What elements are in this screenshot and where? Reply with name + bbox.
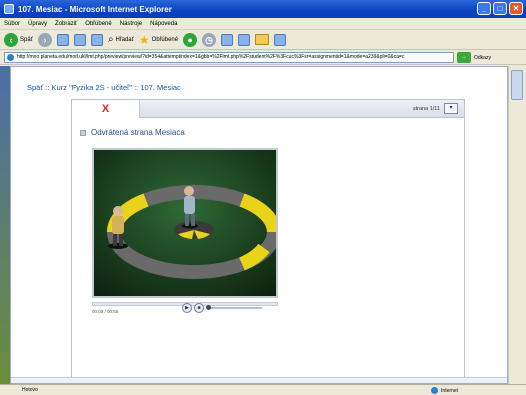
minimize-button[interactable]: _ — [477, 2, 491, 15]
security-zone: Internet — [431, 387, 458, 394]
breadcrumb: Späť :: Kurz "Fyzika 2S - učiteľ" :: 107… — [27, 83, 181, 92]
menu-file[interactable]: Súbor — [4, 21, 20, 27]
address-bar: http://moo.planeta.edu/mod.ukl/lmt.php/p… — [0, 51, 526, 65]
menu-edit[interactable]: Úpravy — [28, 21, 47, 27]
stop-playback-button[interactable]: ■ — [194, 303, 204, 313]
volume-knob[interactable] — [206, 305, 211, 310]
back-button[interactable]: ‹ Späť — [4, 32, 33, 47]
moon-animation-scene — [94, 150, 276, 296]
page-content: Späť :: Kurz "Fyzika 2S - učiteľ" :: 107… — [10, 66, 508, 384]
refresh-button[interactable] — [73, 33, 86, 47]
page-info-text: strana 1/11 — [412, 105, 440, 112]
home-button[interactable] — [90, 33, 103, 47]
menu-view[interactable]: Zobraziť — [55, 21, 77, 27]
section-title-text: Odvrátená strana Mesiaca — [91, 128, 185, 137]
go-button[interactable]: → — [457, 52, 471, 63]
folder-icon — [255, 34, 270, 45]
section-heading: Odvrátená strana Mesiaca — [80, 128, 185, 137]
close-window-button[interactable]: ✕ — [509, 2, 523, 15]
page-icon — [7, 54, 14, 61]
tools-button[interactable] — [274, 33, 287, 47]
back-label: Späť — [20, 36, 33, 43]
status-bar: Hotovo Internet — [0, 384, 526, 395]
back-arrow-icon: ‹ — [4, 32, 18, 47]
links-label[interactable]: Odkazy — [474, 55, 491, 61]
title-bar: 107. Mesiac - Microsoft Internet Explore… — [0, 0, 526, 18]
star-icon: ★ — [138, 32, 150, 47]
favorites-button[interactable]: ★ Obľúbené — [139, 33, 178, 47]
search-label: Hľadať — [115, 36, 134, 43]
print-icon — [238, 33, 251, 46]
maximize-button[interactable]: □ — [493, 2, 507, 15]
refresh-icon — [73, 33, 86, 46]
stop-icon — [56, 33, 69, 46]
ie-icon — [4, 4, 14, 14]
history-icon: ◷ — [202, 32, 217, 47]
favorites-label: Obľúbené — [151, 36, 179, 43]
volume-slider[interactable] — [206, 305, 262, 310]
breadcrumb-back[interactable]: Späť — [27, 83, 43, 92]
module-bottom-nav — [11, 377, 507, 383]
media-button[interactable]: ● — [183, 32, 198, 47]
mail-icon — [221, 33, 234, 46]
forward-button[interactable]: › — [37, 32, 52, 47]
tools-icon — [274, 33, 287, 46]
media-icon: ● — [183, 32, 198, 47]
menu-help[interactable]: Nápoveda — [150, 21, 177, 27]
home-icon — [90, 33, 103, 46]
browser-window: 107. Mesiac - Microsoft Internet Explore… — [0, 0, 526, 395]
play-button[interactable]: ▶ — [182, 303, 192, 313]
bullet-icon — [80, 129, 86, 136]
desktop-edge — [0, 66, 10, 384]
search-icon: ⌕ — [107, 34, 114, 45]
breadcrumb-course[interactable]: Kurz "Fyzika 2S - učiteľ" — [52, 83, 132, 92]
folder-button[interactable] — [255, 33, 270, 47]
menu-favorites[interactable]: Obľúbené — [85, 21, 111, 27]
page-dropdown[interactable]: ▾ — [444, 103, 458, 114]
globe-icon — [431, 387, 439, 394]
stop-button[interactable] — [56, 33, 69, 47]
address-input[interactable]: http://moo.planeta.edu/mod.ukl/lmt.php/p… — [4, 52, 454, 63]
zone-label: Internet — [441, 387, 458, 394]
browser-toolbar: ‹ Späť › ⌕ Hľadať ★ Obľúbené ● ◷ — [0, 30, 526, 50]
window-title: 107. Mesiac - Microsoft Internet Explore… — [18, 4, 172, 14]
history-button[interactable]: ◷ — [202, 32, 217, 47]
print-button[interactable] — [238, 33, 251, 47]
scrollbar[interactable] — [508, 66, 526, 384]
close-module-button[interactable]: X — [72, 100, 140, 118]
scrollbar-thumb[interactable] — [511, 70, 523, 100]
timecode: 00:00 / 00:55 — [92, 309, 119, 314]
module-nav: X strana 1/11 ▾ — [72, 100, 464, 118]
menu-bar: Súbor Úpravy Zobraziť Obľúbené Nástroje … — [0, 18, 526, 30]
menu-tools[interactable]: Nástroje — [120, 21, 142, 27]
mail-button[interactable] — [221, 33, 234, 47]
video-frame[interactable] — [92, 148, 278, 298]
forward-arrow-icon: › — [37, 32, 52, 47]
page-indicator: strana 1/11 ▾ — [413, 103, 458, 114]
learning-module: X strana 1/11 ▾ Odvrátená strana Mesiaca — [71, 99, 465, 383]
status-text: Hotovo — [22, 387, 38, 393]
player-controls: ▶ ■ — [182, 303, 262, 313]
address-url: http://moo.planeta.edu/mod.ukl/lmt.php/p… — [17, 54, 405, 60]
search-button[interactable]: ⌕ Hľadať — [108, 33, 134, 47]
breadcrumb-page: 107. Mesiac — [140, 83, 181, 92]
